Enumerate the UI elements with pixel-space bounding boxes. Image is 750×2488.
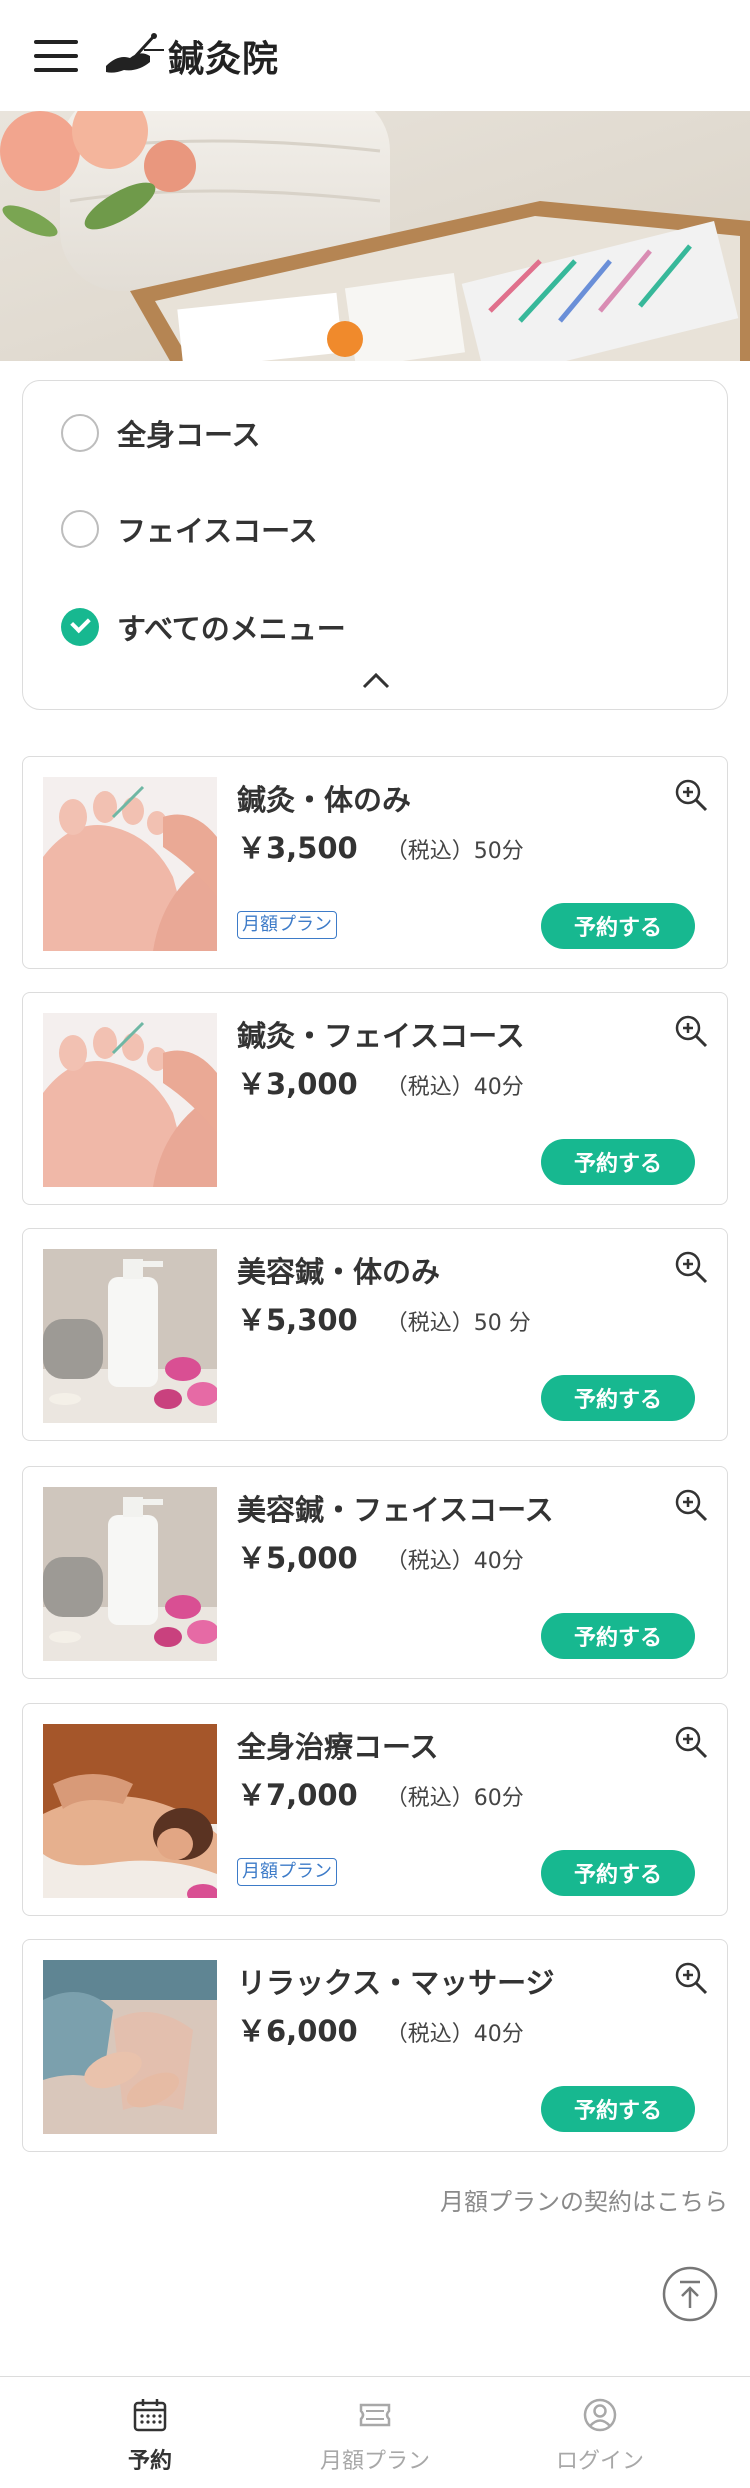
- menu-price: ￥3,500 （税込）50分: [237, 825, 524, 867]
- tab-label: 月額プラン: [319, 2449, 430, 2474]
- app-header: 鍼灸院: [0, 0, 750, 111]
- monthly-plan-badge: 月額プラン: [237, 911, 337, 939]
- menu-title: リラックス・マッサージ: [237, 1966, 555, 2000]
- logo-text: 鍼灸院: [168, 38, 280, 80]
- radio-button[interactable]: [61, 414, 99, 452]
- book-button[interactable]: 予約する: [541, 1613, 695, 1659]
- menu-price: ￥5,300 （税込）50 分: [237, 1297, 531, 1339]
- calendar-icon: [133, 2399, 167, 2432]
- menu-price: ￥5,000 （税込）40分: [237, 1535, 524, 1577]
- tab-label: ログイン: [555, 2449, 644, 2474]
- tab-login[interactable]: ログイン: [475, 2377, 725, 2488]
- menu-card[interactable]: 鍼灸・フェイスコース ￥3,000 （税込）40分 予約する: [22, 992, 728, 1205]
- menu-thumbnail: [43, 1487, 217, 1661]
- radio-button[interactable]: [61, 510, 99, 548]
- ticket-icon: [359, 2403, 391, 2427]
- menu-thumbnail: [43, 1724, 217, 1898]
- filter-option-face[interactable]: フェイスコース: [61, 504, 318, 554]
- book-button[interactable]: 予約する: [541, 1850, 695, 1896]
- book-button[interactable]: 予約する: [541, 1139, 695, 1185]
- radio-checked-icon[interactable]: [61, 608, 99, 646]
- book-button[interactable]: 予約する: [541, 1375, 695, 1421]
- zoom-in-icon[interactable]: [673, 1724, 709, 1760]
- price-note: （税込）50分: [385, 839, 524, 864]
- zoom-in-icon[interactable]: [673, 777, 709, 813]
- bottom-tab-bar: 予約 月額プラン ログイン: [0, 2376, 750, 2488]
- menu-title: 鍼灸・体のみ: [237, 783, 412, 817]
- menu-title: 全身治療コース: [237, 1730, 439, 1764]
- menu-price: ￥3,000 （税込）40分: [237, 1061, 524, 1103]
- logo-mark-icon: [106, 33, 164, 73]
- price-amount: ￥3,000: [237, 1067, 358, 1101]
- price-amount: ￥6,000: [237, 2014, 358, 2048]
- price-note: （税込）40分: [385, 2022, 524, 2047]
- menu-price: ￥6,000 （税込）40分: [237, 2008, 524, 2050]
- monthly-plan-link[interactable]: 月額プランの契約はこちら: [440, 2182, 728, 2217]
- menu-filter-panel: 全身コース フェイスコース すべてのメニュー: [22, 380, 728, 710]
- tab-monthly-plan[interactable]: 月額プラン: [250, 2377, 500, 2488]
- menu-price: ￥7,000 （税込）60分: [237, 1772, 524, 1814]
- menu-title: 鍼灸・フェイスコース: [237, 1019, 525, 1053]
- menu-card[interactable]: 全身治療コース ￥7,000 （税込）60分 月額プラン 予約する: [22, 1703, 728, 1916]
- menu-thumbnail: [43, 777, 217, 951]
- menu-card[interactable]: リラックス・マッサージ ￥6,000 （税込）40分 予約する: [22, 1939, 728, 2152]
- menu-thumbnail: [43, 1013, 217, 1187]
- hero-image: [0, 111, 750, 361]
- price-amount: ￥7,000: [237, 1778, 358, 1812]
- user-icon: [583, 2398, 617, 2432]
- price-note: （税込）50 分: [385, 1311, 531, 1336]
- menu-title: 美容鍼・フェイスコース: [237, 1493, 554, 1527]
- filter-option-label: すべてのメニュー: [117, 612, 346, 646]
- menu-card[interactable]: 美容鍼・フェイスコース ￥5,000 （税込）40分 予約する: [22, 1466, 728, 1679]
- filter-option-all[interactable]: すべてのメニュー: [61, 602, 346, 652]
- monthly-plan-badge: 月額プラン: [237, 1858, 337, 1886]
- zoom-in-icon[interactable]: [673, 1249, 709, 1285]
- price-amount: ￥5,000: [237, 1541, 358, 1575]
- tab-reserve[interactable]: 予約: [25, 2377, 275, 2488]
- menu-icon[interactable]: [34, 40, 78, 72]
- book-button[interactable]: 予約する: [541, 2086, 695, 2132]
- price-note: （税込）40分: [385, 1549, 524, 1574]
- menu-title: 美容鍼・体のみ: [237, 1255, 441, 1289]
- filter-option-full-body[interactable]: 全身コース: [61, 408, 261, 458]
- menu-thumbnail: [43, 1960, 217, 2134]
- zoom-in-icon[interactable]: [673, 1013, 709, 1049]
- scroll-to-top-icon[interactable]: [662, 2266, 718, 2322]
- menu-thumbnail: [43, 1249, 217, 1423]
- price-amount: ￥5,300: [237, 1303, 358, 1337]
- price-note: （税込）60分: [385, 1786, 524, 1811]
- price-note: （税込）40分: [385, 1075, 524, 1100]
- filter-option-label: 全身コース: [117, 418, 261, 452]
- menu-card[interactable]: 美容鍼・体のみ ￥5,300 （税込）50 分 予約する: [22, 1228, 728, 1441]
- book-button[interactable]: 予約する: [541, 903, 695, 949]
- menu-card[interactable]: 鍼灸・体のみ ￥3,500 （税込）50分 月額プラン 予約する: [22, 756, 728, 969]
- zoom-in-icon[interactable]: [673, 1487, 709, 1523]
- logo[interactable]: 鍼灸院: [104, 28, 279, 84]
- chevron-up-icon[interactable]: [361, 671, 391, 691]
- price-amount: ￥3,500: [237, 831, 358, 865]
- filter-option-label: フェイスコース: [117, 514, 318, 548]
- zoom-in-icon[interactable]: [673, 1960, 709, 1996]
- tab-label: 予約: [127, 2449, 172, 2474]
